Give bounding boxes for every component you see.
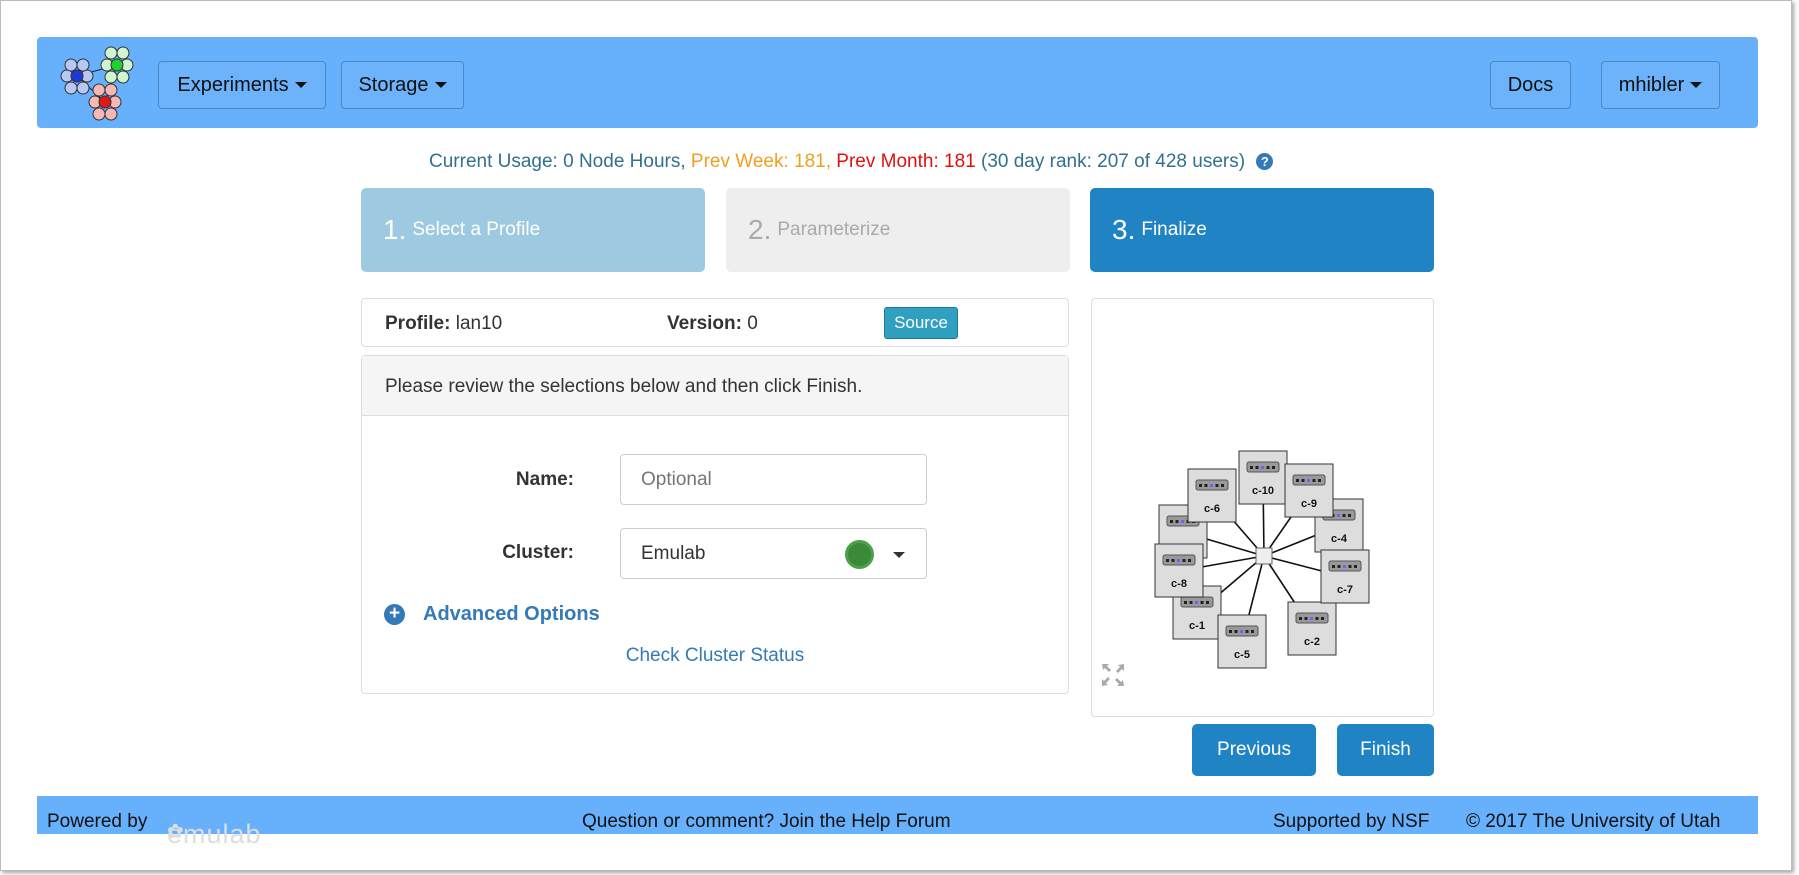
node-label: c-4 bbox=[1331, 533, 1348, 545]
nsf-link[interactable]: Supported by NSF bbox=[1273, 811, 1429, 833]
footer: Powered by ✿ emulab Question or comment? … bbox=[37, 796, 1758, 849]
topology-node[interactable]: c-2 bbox=[1287, 601, 1337, 656]
topology-node[interactable]: c-6 bbox=[1187, 468, 1237, 523]
expand-icon[interactable] bbox=[1101, 663, 1125, 687]
copyright: © 2017 The University of Utah bbox=[1466, 811, 1721, 832]
node-label: c-2 bbox=[1304, 636, 1320, 648]
node-label: c-8 bbox=[1171, 578, 1187, 590]
switch-device-icon bbox=[1225, 625, 1259, 637]
node-label: c-6 bbox=[1204, 503, 1220, 515]
lan-switch[interactable] bbox=[1255, 547, 1273, 565]
node-label: c-7 bbox=[1337, 584, 1353, 596]
powered-by: Powered by bbox=[47, 811, 148, 832]
switch-device-icon bbox=[1295, 612, 1329, 624]
switch-device-icon bbox=[1292, 474, 1326, 486]
topology-node[interactable]: c-9 bbox=[1284, 463, 1334, 518]
topology-node[interactable]: c-7 bbox=[1320, 549, 1370, 604]
switch-device-icon bbox=[1162, 554, 1196, 566]
brand-text: emulab bbox=[167, 819, 262, 849]
switch-device-icon bbox=[1246, 461, 1280, 473]
topology-node[interactable]: c-10 bbox=[1238, 450, 1288, 505]
switch-device-icon bbox=[1328, 560, 1362, 572]
node-label: c-1 bbox=[1189, 620, 1205, 632]
switch-device-icon bbox=[1195, 479, 1229, 491]
finish-button[interactable]: Finish bbox=[1337, 724, 1434, 776]
switch-device-icon bbox=[1180, 596, 1214, 608]
node-label: c-10 bbox=[1252, 485, 1274, 497]
help-forum-link[interactable]: Question or comment? Join the Help Forum bbox=[582, 811, 951, 833]
previous-button[interactable]: Previous bbox=[1192, 724, 1316, 776]
node-label: c-5 bbox=[1234, 649, 1250, 661]
topology-diagram: c-1 c-4 c-2 c-5 c-10 c-6 c-9 c-8 c-7 bbox=[1154, 450, 1370, 669]
topology-node[interactable]: c-5 bbox=[1217, 614, 1267, 669]
topology-node[interactable]: c-8 bbox=[1154, 543, 1204, 598]
node-label: c-9 bbox=[1301, 498, 1317, 510]
